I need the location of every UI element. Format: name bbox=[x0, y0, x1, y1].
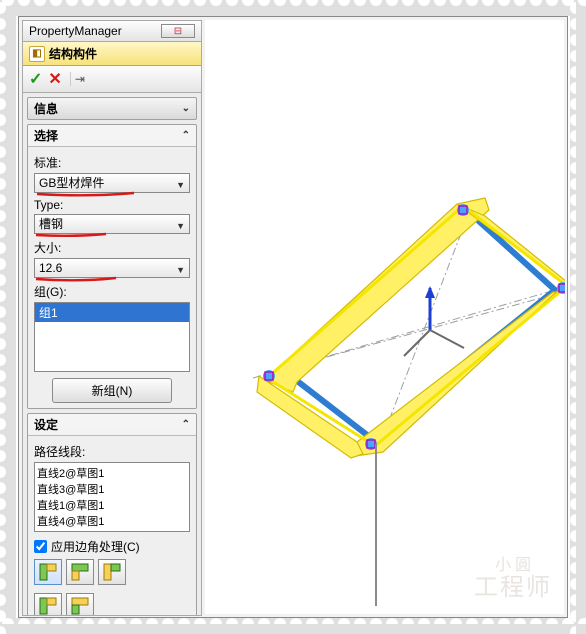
corner-miter-icon bbox=[38, 562, 58, 582]
select-title: 选择 bbox=[34, 127, 58, 144]
chevron-up-icon: ⌃ bbox=[182, 130, 190, 141]
standard-value: GB型材焊件 bbox=[39, 176, 104, 190]
pm-pin-button[interactable]: ⊟ bbox=[161, 24, 195, 38]
watermark-line1: 小 圓 bbox=[474, 558, 552, 574]
corner-mix1-icon bbox=[38, 596, 58, 616]
path-list[interactable]: 直线2@草图1 直线3@草图1 直线1@草图1 直线4@草图1 bbox=[34, 462, 190, 532]
corner-type-2-button[interactable] bbox=[66, 559, 94, 585]
type-value: 槽钢 bbox=[39, 217, 63, 231]
underline-annotation bbox=[34, 193, 190, 196]
corner-type-5-button[interactable] bbox=[66, 593, 94, 616]
underline-annotation bbox=[34, 234, 190, 237]
corner-type-1-button[interactable] bbox=[34, 559, 62, 585]
detailed-preview-button[interactable]: ⇥ bbox=[70, 72, 85, 86]
pm-title-text: PropertyManager bbox=[29, 24, 122, 38]
pm-title-bar: PropertyManager ⊟ bbox=[23, 21, 201, 42]
corner-type-4-button[interactable] bbox=[34, 593, 62, 616]
apply-corner-checkbox[interactable]: 应用边角处理(C) bbox=[34, 538, 190, 555]
path-row[interactable]: 直线3@草图1 bbox=[37, 481, 187, 497]
corner-type-3-button[interactable] bbox=[98, 559, 126, 585]
app-frame: PropertyManager ⊟ ◧ 结构构件 ✓ ✕ ⇥ 信息 ⌄ 选择 ⌃ bbox=[18, 16, 568, 618]
underline-annotation bbox=[34, 278, 190, 281]
size-label: 大小: bbox=[34, 239, 190, 256]
corner-treatment-buttons bbox=[34, 559, 190, 616]
group-label: 组(G): bbox=[34, 283, 190, 300]
new-group-button[interactable]: 新组(N) bbox=[52, 378, 172, 403]
corner-butt1-icon bbox=[70, 562, 90, 582]
select-header[interactable]: 选择 ⌃ bbox=[28, 125, 196, 146]
settings-header[interactable]: 设定 ⌃ bbox=[28, 414, 196, 435]
property-manager-panel: PropertyManager ⊟ ◧ 结构构件 ✓ ✕ ⇥ 信息 ⌄ 选择 ⌃ bbox=[22, 20, 202, 616]
group-list[interactable]: 组1 bbox=[34, 302, 190, 372]
corner-butt2-icon bbox=[102, 562, 122, 582]
select-section: 选择 ⌃ 标准: GB型材焊件 Type: 槽钢 大小: 12.6 组(G): … bbox=[27, 124, 197, 409]
watermark-line2: 工程师 bbox=[474, 576, 552, 600]
settings-section: 设定 ⌃ 路径线段: 直线2@草图1 直线3@草图1 直线1@草图1 直线4@草… bbox=[27, 413, 197, 616]
feature-title-bar: ◧ 结构构件 bbox=[23, 42, 201, 66]
watermark: 小 圓 工程师 bbox=[474, 558, 552, 600]
pushpin-icon: ⊟ bbox=[174, 26, 182, 37]
group-item[interactable]: 组1 bbox=[35, 303, 189, 322]
path-row[interactable]: 直线2@草图1 bbox=[37, 465, 187, 481]
standard-label: 标准: bbox=[34, 154, 190, 171]
apply-corner-label: 应用边角处理(C) bbox=[51, 538, 140, 555]
ok-button[interactable]: ✓ bbox=[29, 69, 42, 89]
feature-title-text: 结构构件 bbox=[49, 45, 97, 62]
chevron-down-icon: ⌄ bbox=[182, 103, 190, 114]
size-value: 12.6 bbox=[39, 261, 62, 275]
path-label: 路径线段: bbox=[34, 443, 190, 460]
type-label: Type: bbox=[34, 198, 190, 212]
path-row[interactable]: 直线1@草图1 bbox=[37, 497, 187, 513]
cancel-button[interactable]: ✕ bbox=[48, 69, 61, 89]
settings-title: 设定 bbox=[34, 416, 58, 433]
info-header[interactable]: 信息 ⌄ bbox=[28, 98, 196, 119]
apply-corner-input[interactable] bbox=[34, 540, 47, 553]
confirm-bar: ✓ ✕ ⇥ bbox=[23, 66, 201, 93]
corner-mix2-icon bbox=[70, 596, 90, 616]
model-drawing bbox=[205, 20, 565, 616]
model-viewport[interactable]: 小 圓 工程师 bbox=[205, 20, 564, 614]
info-title: 信息 bbox=[34, 100, 58, 117]
chevron-up-icon: ⌃ bbox=[182, 419, 190, 430]
info-section: 信息 ⌄ bbox=[27, 97, 197, 120]
path-row[interactable]: 直线4@草图1 bbox=[37, 513, 187, 529]
weldment-icon: ◧ bbox=[29, 46, 45, 62]
